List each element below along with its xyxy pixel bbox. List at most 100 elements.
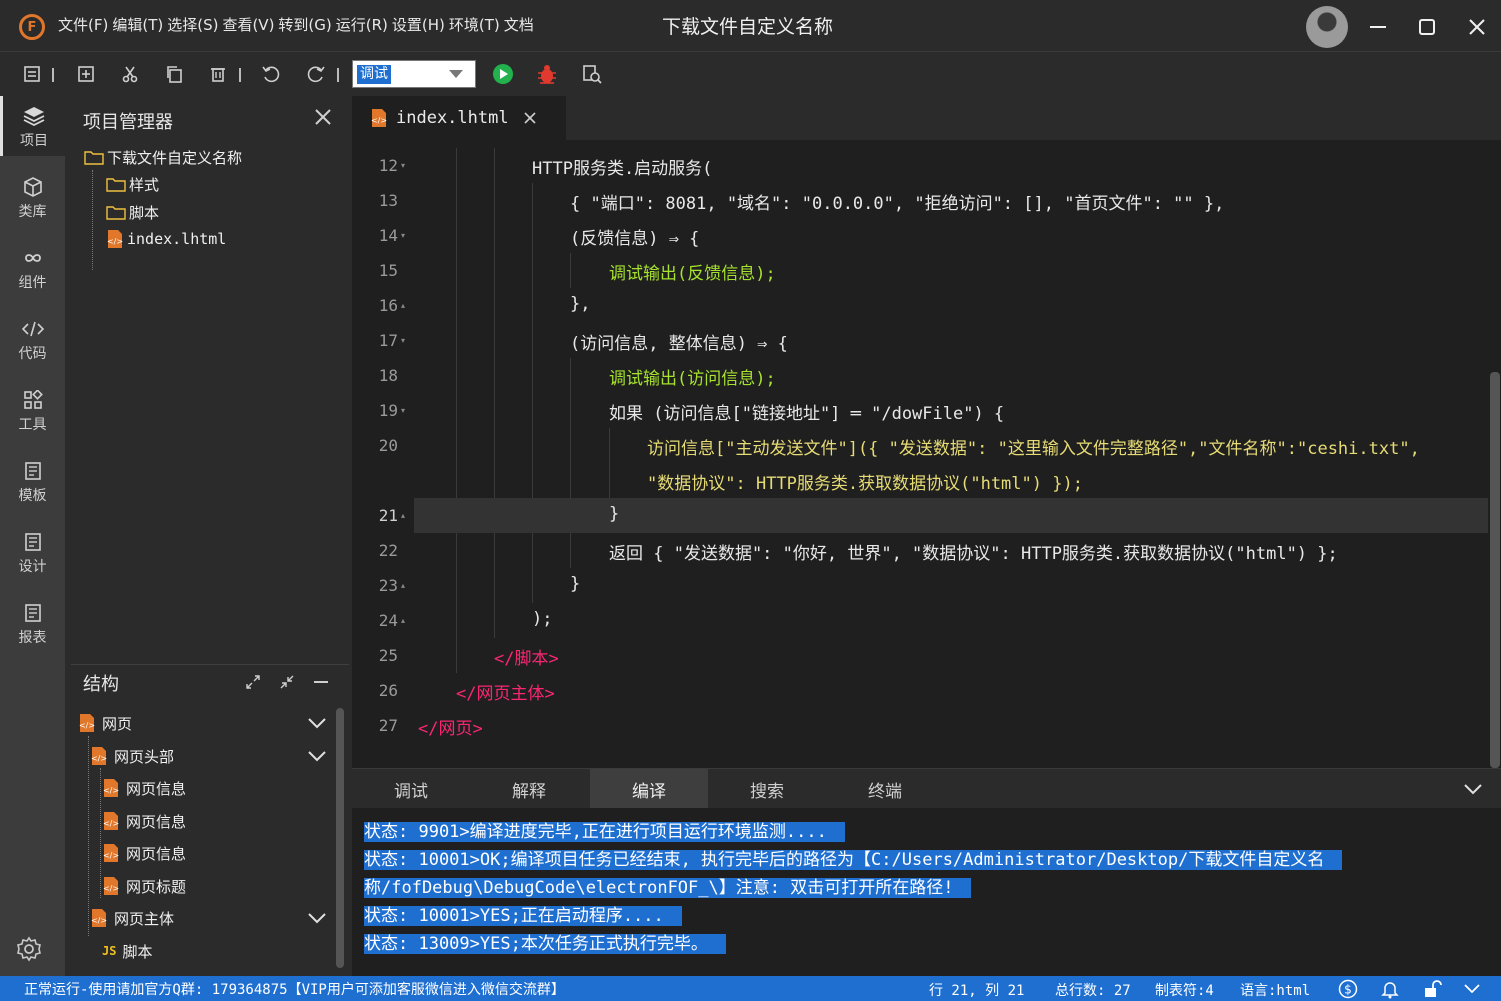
svg-text:</>: </> xyxy=(103,884,119,893)
chevron-down-icon[interactable] xyxy=(306,712,328,734)
close-icon[interactable] xyxy=(314,108,332,126)
save-button[interactable] xyxy=(20,62,44,86)
struct-item-meta[interactable]: </> 网页信息 xyxy=(102,775,186,801)
menu-select[interactable]: 选择(S) xyxy=(167,14,218,35)
folder-icon xyxy=(84,151,104,165)
expand-all-button[interactable] xyxy=(244,673,262,691)
undo-button[interactable] xyxy=(259,62,283,86)
tree-item-scripts[interactable]: 脚本 xyxy=(106,201,159,223)
tree-item-styles[interactable]: 样式 xyxy=(106,173,159,195)
tab-compile[interactable]: 编译 xyxy=(590,769,708,809)
fold-marker[interactable]: ▾ xyxy=(401,161,405,170)
tab-size[interactable]: 制表符:4 xyxy=(1155,980,1214,1000)
code-text: ); xyxy=(532,609,553,629)
code-text: } xyxy=(609,504,620,524)
structure-scrollbar[interactable] xyxy=(336,708,344,968)
code-line: 26 </网页主体> xyxy=(352,673,1488,708)
run-button[interactable] xyxy=(491,62,515,86)
fold-marker[interactable]: ▴ xyxy=(401,511,405,520)
fold-marker[interactable]: ▴ xyxy=(401,301,405,310)
activity-reports[interactable]: 报表 xyxy=(0,593,65,653)
editor-scrollbar[interactable] xyxy=(1490,372,1500,768)
activity-code[interactable]: 代码 xyxy=(0,309,65,369)
menu-edit[interactable]: 编辑(T) xyxy=(112,14,163,35)
avatar[interactable] xyxy=(1306,6,1348,48)
chevron-down-icon[interactable] xyxy=(1462,778,1484,800)
cube-icon xyxy=(23,177,42,197)
struct-item-title[interactable]: </> 网页标题 xyxy=(102,873,186,899)
tab-debug[interactable]: 调试 xyxy=(352,769,470,809)
menu-settings[interactable]: 设置(H) xyxy=(392,14,445,35)
code-line: 14 ▾ (反馈信息) ⇒ { xyxy=(352,218,1488,253)
close-icon[interactable] xyxy=(523,111,537,125)
gear-icon[interactable] xyxy=(16,936,42,962)
cursor-position[interactable]: 行 21, 列 21 xyxy=(929,980,1024,1000)
fold-marker[interactable]: ▾ xyxy=(401,336,405,345)
svg-text:</>: </> xyxy=(103,819,119,828)
menu-environment[interactable]: 环境(T) xyxy=(449,14,500,35)
total-lines: 总行数: 27 xyxy=(1055,983,1131,999)
run-mode-select[interactable]: 调试 xyxy=(352,60,476,88)
activity-library[interactable]: 类库 xyxy=(0,167,65,227)
code-text: 如果 (访问信息["链接地址"] ═ "/dowFile") { xyxy=(609,404,1005,424)
svg-text:</>: </> xyxy=(79,721,95,730)
copy-button[interactable] xyxy=(162,62,186,86)
struct-item-meta[interactable]: </> 网页信息 xyxy=(102,840,186,866)
chevron-down-icon[interactable] xyxy=(1462,979,1482,999)
activity-tools[interactable]: 工具 xyxy=(0,380,65,440)
struct-label: 网页信息 xyxy=(126,812,187,831)
close-icon xyxy=(1469,19,1485,35)
struct-item-page[interactable]: </> 网页 xyxy=(78,710,132,736)
tab-index-lhtml[interactable]: </> index.lhtml xyxy=(352,96,566,140)
tab-interpret[interactable]: 解释 xyxy=(470,769,588,809)
struct-item-script[interactable]: JS 脚本 xyxy=(102,938,152,964)
menu-docs[interactable]: 文档 xyxy=(504,14,534,35)
collapse-all-button[interactable] xyxy=(278,673,296,691)
struct-item-head[interactable]: </> 网页头部 xyxy=(90,743,174,769)
report-icon xyxy=(24,604,41,622)
new-file-button[interactable] xyxy=(74,62,98,86)
bell-icon[interactable] xyxy=(1380,979,1400,999)
cut-button[interactable] xyxy=(118,62,142,86)
tab-terminal[interactable]: 终端 xyxy=(826,769,944,809)
menu-goto[interactable]: 转到(G) xyxy=(278,14,331,35)
menu-run[interactable]: 运行(R) xyxy=(336,14,388,35)
fold-marker[interactable]: ▾ xyxy=(401,406,405,415)
code-editor[interactable]: 12 ▾ HTTP服务类.启动服务( 13 { "端口": 8081, "域名"… xyxy=(352,140,1501,768)
activity-design[interactable]: 设计 xyxy=(0,522,65,582)
activity-components[interactable]: 组件 xyxy=(0,238,65,298)
tab-search[interactable]: 搜索 xyxy=(708,769,826,809)
minimize-button[interactable] xyxy=(1363,12,1393,42)
struct-item-meta[interactable]: </> 网页信息 xyxy=(102,808,186,834)
fold-marker[interactable]: ▾ xyxy=(401,231,405,240)
delete-button[interactable] xyxy=(206,62,230,86)
app-logo: F xyxy=(19,14,45,40)
dollar-icon[interactable]: $ xyxy=(1338,979,1358,999)
struct-item-body[interactable]: </> 网页主体 xyxy=(90,905,174,931)
output-console[interactable]: 状态: 9901>编译进度完毕,正在进行项目运行环境监测.... 状态: 100… xyxy=(352,808,1501,976)
line-number: 22 xyxy=(378,541,398,560)
debug-button[interactable] xyxy=(535,62,559,86)
output-line-text: 状态: 9901>编译进度完毕,正在进行项目运行环境监测.... xyxy=(364,822,845,842)
html-file-icon: </> xyxy=(371,109,387,127)
fold-marker[interactable]: ▴ xyxy=(401,616,405,625)
activity-project[interactable]: 项目 xyxy=(0,96,65,156)
activity-label: 类库 xyxy=(18,204,47,220)
svg-text:$: $ xyxy=(1344,983,1352,997)
chevron-down-icon[interactable] xyxy=(306,907,328,929)
activity-templates[interactable]: 模板 xyxy=(0,451,65,511)
inspect-button[interactable] xyxy=(580,62,604,86)
redo-button[interactable] xyxy=(304,62,328,86)
language-mode[interactable]: 语言:html xyxy=(1240,980,1310,1000)
tree-item-index[interactable]: </> index.lhtml xyxy=(106,228,226,250)
fold-marker[interactable]: ▴ xyxy=(401,581,405,590)
minimize-panel-button[interactable] xyxy=(312,673,330,691)
close-window-button[interactable] xyxy=(1462,12,1492,42)
maximize-button[interactable] xyxy=(1412,12,1442,42)
unlock-icon[interactable] xyxy=(1422,979,1442,999)
tree-item-project[interactable]: 下载文件自定义名称 xyxy=(84,146,242,168)
menu-file[interactable]: 文件(F) xyxy=(58,14,108,35)
code-line: 15 调试输出(反馈信息); xyxy=(352,253,1488,288)
chevron-down-icon[interactable] xyxy=(306,745,328,767)
menu-view[interactable]: 查看(V) xyxy=(222,14,274,35)
